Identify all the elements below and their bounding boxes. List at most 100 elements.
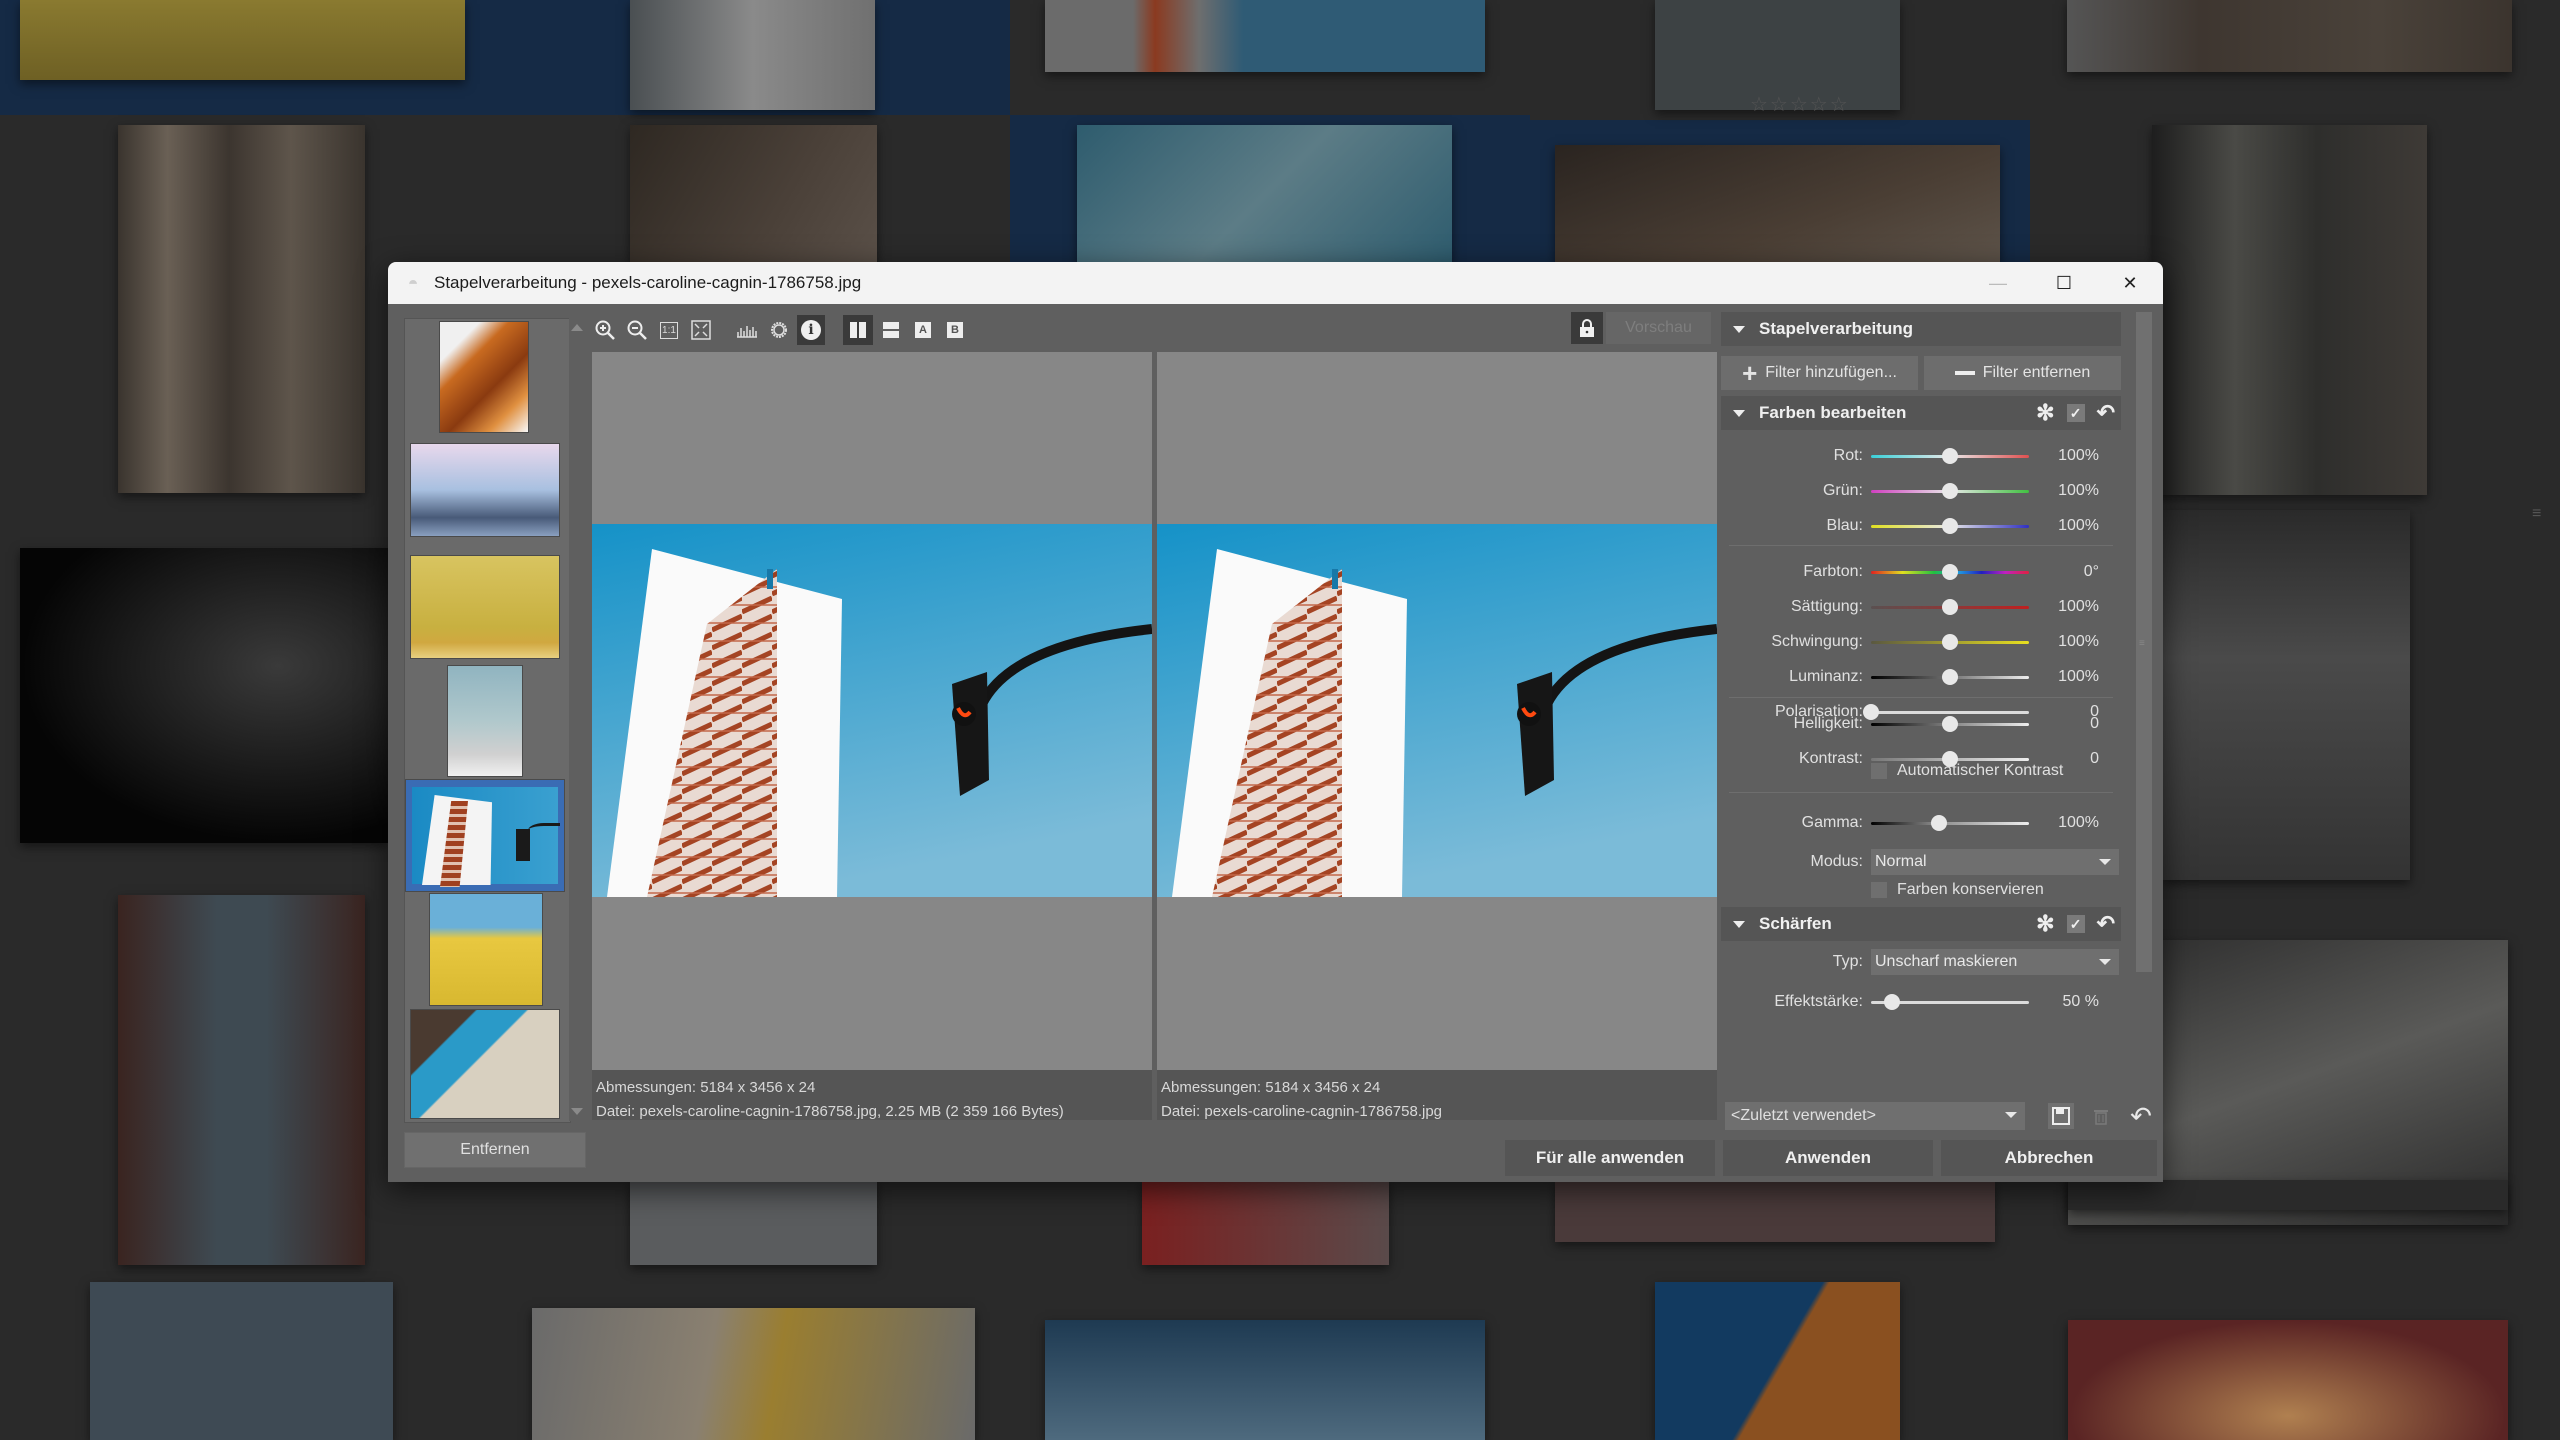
gallery-tile[interactable] — [2152, 125, 2427, 495]
gallery-tile[interactable] — [1077, 125, 1452, 265]
thumbnail-item-selected[interactable] — [405, 779, 565, 892]
preserve-colors-checkbox[interactable]: Farben konservieren — [1871, 879, 2044, 901]
gallery-tile[interactable] — [1655, 1282, 1900, 1440]
preview-button[interactable]: Vorschau — [1606, 312, 1711, 344]
histogram-button[interactable] — [733, 315, 761, 345]
split-horizontal-button[interactable] — [877, 315, 905, 345]
thumbnail-item[interactable] — [410, 555, 560, 659]
cancel-button[interactable]: Abbrechen — [1941, 1140, 2157, 1176]
reset-undo-icon[interactable]: ↶ — [2097, 911, 2115, 937]
thumbnail-item[interactable] — [410, 1009, 560, 1119]
schwingung-label: Schwingung: — [1771, 633, 1863, 650]
close-button[interactable]: ✕ — [2097, 262, 2163, 304]
zoom-out-button[interactable] — [623, 315, 651, 345]
preset-select[interactable]: <Zuletzt verwendet> — [1725, 1102, 2025, 1130]
gallery-tile[interactable] — [2068, 1180, 2508, 1210]
gruen-slider-handle[interactable] — [1942, 483, 1958, 499]
minimize-button[interactable]: — — [1965, 262, 2031, 304]
gallery-tile[interactable] — [532, 1308, 975, 1440]
farbton-slider-handle[interactable] — [1942, 564, 1958, 580]
gallery-tile[interactable] — [1045, 0, 1485, 72]
gallery-tile[interactable] — [2067, 0, 2512, 72]
gallery-tile[interactable] — [118, 895, 365, 1265]
scroll-up-icon[interactable] — [571, 324, 583, 331]
gamma-slider[interactable] — [1871, 822, 2029, 825]
view-b-icon: B — [947, 322, 963, 338]
helligkeit-slider-handle[interactable] — [1942, 716, 1958, 732]
gallery-tile[interactable] — [1142, 1180, 1389, 1265]
preview-result[interactable] — [1157, 352, 1717, 1070]
gallery-tile[interactable] — [630, 0, 875, 110]
luminanz-slider-row: Luminanz: 100% — [1721, 664, 2121, 690]
gruen-value: 100% — [2058, 482, 2099, 499]
exposure-button[interactable] — [765, 315, 793, 345]
schwingung-slider-handle[interactable] — [1942, 634, 1958, 650]
saettigung-slider-handle[interactable] — [1942, 599, 1958, 615]
thumbnail-item[interactable] — [447, 665, 523, 777]
luminanz-slider-handle[interactable] — [1942, 669, 1958, 685]
mode-select[interactable]: Normal — [1871, 849, 2119, 875]
gallery-tile[interactable] — [2163, 510, 2410, 880]
kontrast-slider-handle[interactable] — [1942, 751, 1958, 767]
gallery-tile[interactable] — [630, 125, 877, 265]
gallery-tile[interactable] — [630, 1180, 877, 1265]
scroll-grip-icon[interactable]: ≡ — [2139, 639, 2149, 649]
preview-original[interactable] — [592, 352, 1152, 1070]
scroll-down-icon[interactable] — [571, 1108, 583, 1115]
thumbnail-item[interactable] — [439, 321, 529, 433]
gallery-tile[interactable] — [20, 548, 388, 843]
save-preset-button[interactable] — [2048, 1103, 2074, 1129]
batch-section-header[interactable]: Stapelverarbeitung — [1721, 312, 2121, 346]
gallery-tile[interactable] — [90, 1282, 393, 1440]
zoom-in-button[interactable] — [591, 315, 619, 345]
gallery-tile[interactable] — [1555, 145, 2000, 265]
thumbnail-item[interactable] — [429, 893, 543, 1006]
view-a-button[interactable]: A — [909, 315, 937, 345]
checkbox-box[interactable] — [1871, 882, 1887, 898]
enable-filter-checkbox[interactable]: ✓ — [2066, 404, 2085, 422]
add-filter-button[interactable]: + Filter hinzufügen... — [1721, 356, 1918, 390]
apply-button[interactable]: Anwenden — [1723, 1140, 1933, 1176]
delete-preset-button[interactable] — [2088, 1103, 2114, 1129]
settings-gear-icon[interactable]: ✻ — [2036, 911, 2054, 937]
title-bar[interactable]: ◓ Stapelverarbeitung - pexels-caroline-c… — [388, 262, 2163, 304]
gruen-slider-row: Grün: 100% — [1721, 478, 2121, 504]
sharpen-type-select[interactable]: Unscharf maskieren — [1871, 949, 2119, 975]
apply-all-button[interactable]: Für alle anwenden — [1505, 1140, 1715, 1176]
gamma-slider-handle[interactable] — [1930, 815, 1947, 831]
enable-filter-checkbox[interactable]: ✓ — [2066, 915, 2085, 933]
kontrast-value: 0 — [2090, 750, 2099, 767]
rot-slider-handle[interactable] — [1942, 448, 1958, 464]
view-b-button[interactable]: B — [941, 315, 969, 345]
thumbnail-scrollbar[interactable] — [569, 318, 585, 1121]
maximize-button[interactable]: ☐ — [2031, 262, 2097, 304]
gallery-tile[interactable] — [1555, 1180, 1995, 1242]
lock-button[interactable] — [1571, 312, 1603, 344]
panel-scrollbar[interactable]: ≡ — [2136, 312, 2152, 972]
split-vertical-button[interactable] — [843, 315, 873, 345]
blau-slider-handle[interactable] — [1942, 518, 1958, 534]
fit-to-window-button[interactable] — [687, 315, 715, 345]
settings-gear-icon[interactable]: ✻ — [2036, 400, 2054, 426]
reset-all-button[interactable]: ↶ — [2128, 1101, 2154, 1131]
gallery-tile[interactable] — [20, 0, 465, 80]
thumbnail-item[interactable] — [410, 443, 560, 537]
remove-filter-label: Filter entfernen — [1982, 364, 2091, 381]
sharpen-section-header[interactable]: Schärfen ✻ ✓ ↶ — [1721, 907, 2121, 941]
gallery-tile[interactable] — [2068, 1320, 2508, 1440]
colors-section-header[interactable]: Farben bearbeiten ✻ ✓ ↶ — [1721, 396, 2121, 430]
rating-stars[interactable]: ☆☆☆☆☆ — [1750, 92, 1850, 117]
colors-section-title: Farben bearbeiten — [1759, 403, 1907, 422]
remove-image-button[interactable]: Entfernen — [404, 1132, 586, 1168]
gallery-scroll-grip-icon[interactable]: ≡ — [2532, 505, 2550, 525]
gallery-tile[interactable] — [118, 125, 365, 493]
remove-filter-button[interactable]: Filter entfernen — [1924, 356, 2121, 390]
info-button[interactable]: i — [797, 315, 825, 345]
effect-strength-slider-handle[interactable] — [1883, 994, 1900, 1010]
batch-processing-dialog: ◓ Stapelverarbeitung - pexels-caroline-c… — [388, 262, 2163, 1182]
reset-undo-icon[interactable]: ↶ — [2097, 400, 2115, 426]
split-horizontal-icon — [883, 322, 899, 338]
actual-size-button[interactable]: 1:1 — [655, 315, 683, 345]
collapse-triangle-icon — [1733, 920, 1745, 928]
gallery-tile[interactable] — [1045, 1320, 1485, 1440]
